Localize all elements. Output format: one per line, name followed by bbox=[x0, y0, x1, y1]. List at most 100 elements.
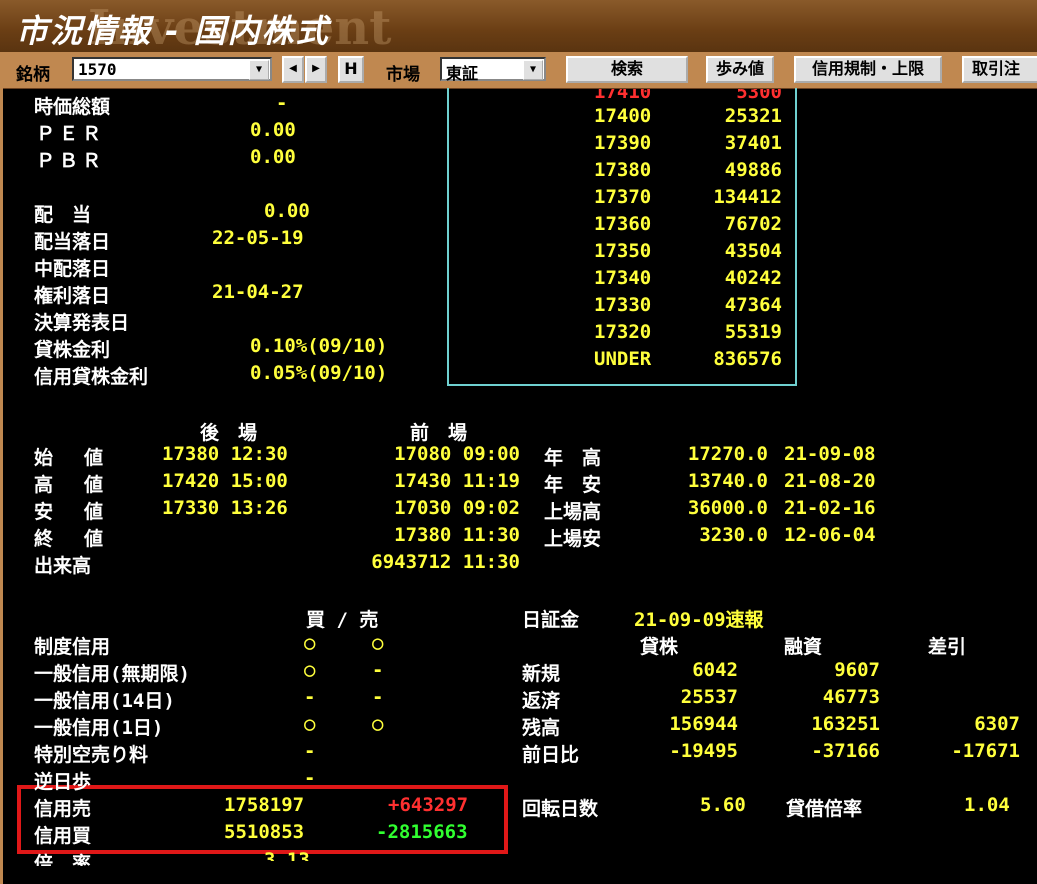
jsf-diff-value: -17671 bbox=[951, 740, 1020, 762]
credit-sell-label: 信用売 bbox=[34, 798, 92, 820]
fundamental-value: - bbox=[276, 92, 288, 114]
prev-symbol-button[interactable]: ◀ bbox=[282, 56, 304, 83]
high-low-label: 年 高 bbox=[544, 447, 602, 469]
order-book-qty: 40242 bbox=[724, 267, 782, 289]
am-session-value: 17030 09:02 bbox=[394, 497, 520, 519]
jsf-row-label: 残高 bbox=[522, 717, 561, 739]
fundamental-label: 時価総額 bbox=[34, 96, 111, 118]
fundamental-label: 配 当 bbox=[34, 204, 92, 226]
order-book-qty: 836576 bbox=[713, 348, 782, 370]
turnover-value: 5.60 bbox=[700, 794, 746, 816]
order-book-price: 17330 bbox=[594, 294, 652, 316]
fundamental-label: 貸株金利 bbox=[34, 339, 111, 361]
fundamental-value: 0.00 bbox=[264, 200, 310, 222]
session-row-label: 高 値 bbox=[34, 474, 110, 496]
jsf-row-label: 新規 bbox=[522, 663, 561, 685]
ticks-button[interactable]: 歩み値 bbox=[706, 56, 774, 83]
am-session-value: 17080 09:00 bbox=[394, 443, 520, 465]
am-session-header: 前 場 bbox=[410, 422, 468, 444]
order-book-qty: 37401 bbox=[724, 132, 782, 154]
margin-row-label: 特別空売り料 bbox=[34, 744, 149, 766]
credit-sell-change: +643297 bbox=[388, 794, 469, 816]
left-edge bbox=[0, 88, 3, 884]
session-row-label: 安 値 bbox=[34, 501, 110, 523]
high-low-label: 上場安 bbox=[544, 528, 602, 550]
ratio-label: 倍 率 bbox=[34, 853, 92, 875]
credit-buy-label: 信用買 bbox=[34, 825, 92, 847]
margin-buy-value: - bbox=[304, 767, 316, 789]
margin-sell-value: ○ bbox=[372, 713, 384, 735]
jsf-date: 21-09-09速報 bbox=[634, 609, 764, 631]
pm-session-value: 17330 13:26 bbox=[162, 497, 288, 519]
margin-sell-value: ○ bbox=[372, 632, 384, 654]
symbol-value: 1570 bbox=[78, 60, 117, 79]
jsf-column-header: 貸株 bbox=[640, 636, 679, 658]
am-session-value: 6943712 11:30 bbox=[371, 551, 520, 573]
credit-sell-value: 1758197 bbox=[224, 794, 305, 816]
jsf-lend-value: 25537 bbox=[680, 686, 738, 708]
margin-row-label: 一般信用(1日) bbox=[34, 717, 164, 739]
chevron-down-icon[interactable]: ▼ bbox=[249, 60, 269, 80]
jsf-lend-value: 6042 bbox=[692, 659, 738, 681]
margin-regulation-button[interactable]: 信用規制・上限 bbox=[794, 56, 942, 83]
fundamental-label: ＰＥＲ bbox=[36, 123, 106, 145]
h-button[interactable]: H bbox=[338, 56, 364, 83]
high-low-price: 36000.0 bbox=[687, 497, 768, 519]
market-select[interactable]: 東証 ▼ bbox=[440, 57, 546, 83]
high-low-price: 17270.0 bbox=[687, 443, 768, 465]
high-low-date: 21-08-20 bbox=[784, 470, 876, 492]
chevron-down-icon[interactable]: ▼ bbox=[523, 60, 543, 80]
jsf-column-header: 融資 bbox=[784, 636, 823, 658]
margin-sell-value: - bbox=[372, 659, 384, 681]
margin-row-label: 逆日歩 bbox=[34, 771, 92, 793]
jsf-loan-value: 9607 bbox=[834, 659, 880, 681]
order-book-price: 17400 bbox=[594, 105, 652, 127]
next-symbol-button[interactable]: ▶ bbox=[305, 56, 327, 83]
order-book-price: 17320 bbox=[594, 321, 652, 343]
order-book-price: 17340 bbox=[594, 267, 652, 289]
high-low-date: 21-09-08 bbox=[784, 443, 876, 465]
pm-session-value: 17420 15:00 bbox=[162, 470, 288, 492]
jsf-row-label: 前日比 bbox=[522, 744, 580, 766]
trade-order-button[interactable]: 取引注 bbox=[962, 56, 1037, 83]
fundamental-value: 0.00 bbox=[250, 146, 296, 168]
order-book-qty: 43504 bbox=[724, 240, 782, 262]
window-title: 市況情報 - 国内株式 bbox=[16, 12, 330, 50]
margin-buy-value: ○ bbox=[304, 713, 316, 735]
order-book-qty: 49886 bbox=[724, 159, 782, 181]
market-value: 東証 bbox=[446, 64, 479, 83]
title-bar: Investment 市況情報 - 国内株式 bbox=[0, 0, 1037, 56]
fundamental-value: 21-04-27 bbox=[212, 281, 304, 303]
order-book-price: 17370 bbox=[594, 186, 652, 208]
fundamental-label: 配当落日 bbox=[34, 231, 111, 253]
order-book-price: 17350 bbox=[594, 240, 652, 262]
order-book-price: UNDER bbox=[594, 348, 652, 370]
fundamental-label: 信用貸株金利 bbox=[34, 366, 149, 388]
toolbar: 銘柄 1570 ▼ ◀ ▶ H 市場 東証 ▼ 検索 歩み値 信用規制・上限 取… bbox=[0, 52, 1037, 89]
high-low-date: 21-02-16 bbox=[784, 497, 876, 519]
lending-ratio-value: 1.04 bbox=[964, 794, 1010, 816]
jsf-title: 日証金 bbox=[522, 609, 580, 631]
fundamental-label: 中配落日 bbox=[34, 258, 111, 280]
symbol-input[interactable]: 1570 ▼ bbox=[72, 57, 272, 81]
credit-buy-value: 5510853 bbox=[224, 821, 305, 843]
fundamental-value: 0.00 bbox=[250, 119, 296, 141]
high-low-label: 年 安 bbox=[544, 474, 602, 496]
symbol-label: 銘柄 bbox=[16, 65, 50, 85]
margin-row-label: 一般信用(14日) bbox=[34, 690, 175, 712]
margin-buy-value: ○ bbox=[304, 632, 316, 654]
ratio-value: 3.13 bbox=[264, 849, 310, 871]
order-book-price: 17360 bbox=[594, 213, 652, 235]
search-button[interactable]: 検索 bbox=[566, 56, 688, 83]
order-book-qty: 25321 bbox=[724, 105, 782, 127]
high-low-price: 3230.0 bbox=[699, 524, 768, 546]
high-low-date: 12-06-04 bbox=[784, 524, 876, 546]
lending-ratio-label: 貸借倍率 bbox=[786, 798, 863, 820]
session-row-label: 始 値 bbox=[34, 447, 110, 469]
margin-sell-value: - bbox=[372, 686, 384, 708]
jsf-column-header: 差引 bbox=[928, 636, 967, 658]
jsf-lend-value: 156944 bbox=[669, 713, 738, 735]
pm-session-value: 17380 12:30 bbox=[162, 443, 288, 465]
margin-buy-value: - bbox=[304, 740, 316, 762]
margin-row-label: 一般信用(無期限) bbox=[34, 663, 190, 685]
